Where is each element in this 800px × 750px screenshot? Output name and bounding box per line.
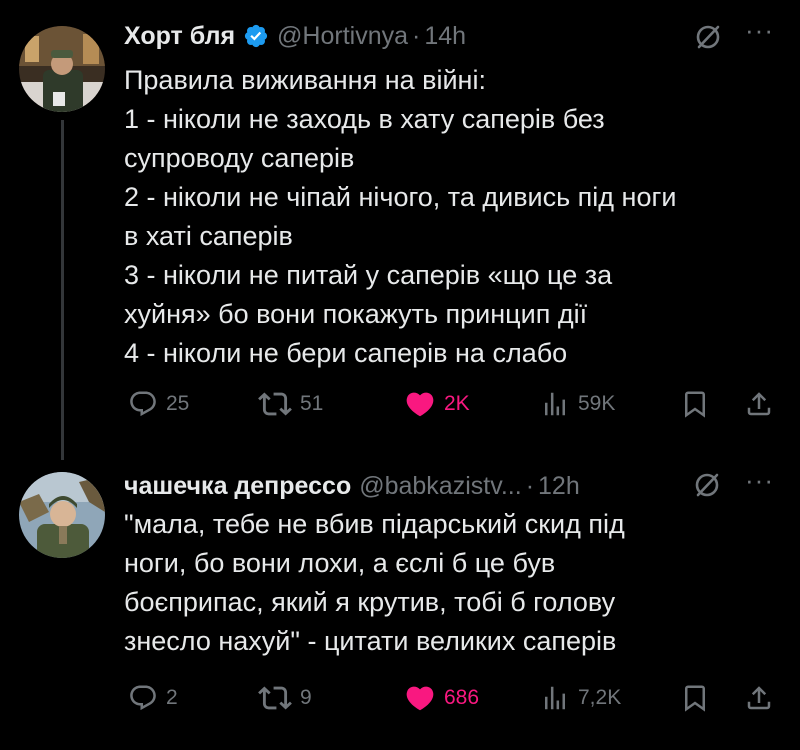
- views-count: 7,2K: [578, 686, 622, 709]
- bookmark-button[interactable]: [680, 384, 710, 424]
- views-button[interactable]: 7,2K: [540, 678, 621, 718]
- tweet-text-line: Правила виживання на війні:: [124, 65, 486, 95]
- views-count: 59K: [578, 392, 616, 415]
- author-name[interactable]: чашечка депрессо: [124, 472, 351, 501]
- tweet-header: чашечка депрессо @babkazistv... · 12h: [124, 468, 580, 504]
- avatar[interactable]: [19, 472, 105, 558]
- reply-icon: [130, 391, 156, 417]
- action-bar: 2 9 686 7,2K: [124, 678, 784, 718]
- timestamp[interactable]: 14h: [424, 22, 466, 51]
- author-name[interactable]: Хорт бля: [124, 22, 235, 51]
- separator-dot: ·: [412, 21, 421, 50]
- grok-icon[interactable]: [692, 470, 722, 500]
- bookmark-icon: [685, 685, 705, 712]
- repost-button[interactable]: 9: [258, 678, 312, 718]
- like-button[interactable]: 2K: [404, 384, 470, 424]
- repost-icon: [258, 686, 292, 710]
- reply-button[interactable]: 25: [128, 384, 189, 424]
- share-icon: [747, 392, 771, 416]
- tweet-text-line: супроводу саперів: [124, 143, 355, 173]
- tweet-text-line: 4 - ніколи не бери саперів на слабо: [124, 338, 568, 368]
- like-count: 2K: [444, 392, 470, 415]
- repost-button[interactable]: 51: [258, 384, 323, 424]
- views-icon: [545, 392, 565, 416]
- tweet-text: Правила виживання на війні: 1 - ніколи н…: [124, 61, 784, 373]
- separator-dot: ·: [525, 471, 535, 500]
- share-button[interactable]: [744, 384, 774, 424]
- bookmark-button[interactable]: [680, 678, 710, 718]
- share-icon: [747, 686, 771, 710]
- author-handle[interactable]: @babkazistv...: [359, 472, 521, 501]
- views-icon: [545, 686, 565, 710]
- action-bar: 25 51 2K 59K: [124, 384, 784, 424]
- like-icon: [406, 392, 434, 417]
- repost-icon: [258, 392, 292, 416]
- reply-count: 25: [166, 392, 190, 415]
- bookmark-icon: [685, 391, 705, 418]
- more-icon[interactable]: ···: [745, 17, 774, 43]
- tweet-header: Хорт бля @Hortivnya · 14h: [124, 18, 466, 54]
- more-icon[interactable]: ···: [745, 467, 774, 493]
- views-button[interactable]: 59K: [540, 384, 615, 424]
- share-button[interactable]: [744, 678, 774, 718]
- tweet-text-line: в хаті саперів: [124, 221, 293, 251]
- grok-icon[interactable]: [693, 22, 723, 52]
- reply-count: 2: [166, 686, 178, 709]
- tweet-text-line: ноги, бо вони лохи, а єслі б це був: [124, 548, 556, 578]
- author-handle[interactable]: @Hortivnya: [277, 22, 408, 51]
- avatar[interactable]: [19, 26, 105, 112]
- tweet-text-line: "мала, тебе не вбив підарський скид під: [124, 509, 625, 539]
- tweet-text-line: 3 - ніколи не питай у саперів «що це за: [124, 260, 613, 290]
- tweet-text-line: 1 - ніколи не заходь в хату саперів без: [124, 104, 605, 134]
- repost-count: 9: [300, 686, 312, 709]
- reply-button[interactable]: 2: [128, 678, 178, 718]
- tweet-text: "мала, тебе не вбив підарський скид під …: [124, 505, 784, 661]
- verified-badge-icon: [243, 23, 269, 49]
- tweet-text-line: 2 - ніколи не чіпай нічого, та дивись пі…: [124, 182, 677, 212]
- timestamp[interactable]: 12h: [538, 472, 580, 501]
- repost-count: 51: [300, 392, 324, 415]
- like-count: 686: [444, 686, 480, 709]
- tweet-text-line: знесло нахуй" - цитати великих саперів: [124, 626, 617, 656]
- tweet-main[interactable]: Хорт бля @Hortivnya · 14h ··· Правила ви…: [0, 0, 800, 450]
- tweet-reply[interactable]: чашечка депрессо @babkazistv... · 12h ··…: [0, 450, 800, 750]
- like-icon: [406, 686, 434, 711]
- tweet-text-line: хуйня» бо вони покажуть принцип дії: [124, 299, 588, 329]
- reply-icon: [130, 685, 156, 711]
- like-button[interactable]: 686: [404, 678, 479, 718]
- tweet-text-line: боєприпас, який я крутив, тобі б голову: [124, 587, 616, 617]
